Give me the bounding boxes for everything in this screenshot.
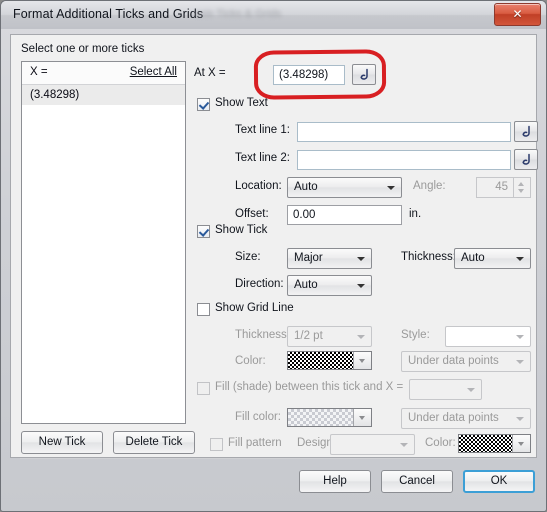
show-tick-checkbox[interactable] <box>197 225 210 238</box>
stepper-up-icon <box>518 182 524 186</box>
text-line-2-label: Text line 2: <box>235 152 290 164</box>
grid-thickness-value: 1/2 pt <box>294 330 323 342</box>
fill-layer-value: Under data points <box>408 412 499 424</box>
grid-style-select[interactable] <box>445 326 531 347</box>
show-text-label: Show Text <box>215 97 268 109</box>
tick-thickness-select[interactable]: Auto <box>454 248 531 269</box>
chevron-down-icon <box>357 284 365 288</box>
tick-direction-label: Direction: <box>235 278 284 290</box>
grid-layer-value: Under data points <box>408 355 499 367</box>
delete-tick-button[interactable]: Delete Tick <box>113 431 195 454</box>
chevron-down-icon <box>516 360 524 364</box>
chevron-down-icon <box>516 335 524 339</box>
fill-layer-select[interactable]: Under data points <box>401 408 531 429</box>
at-x-label: At X = <box>194 67 226 79</box>
location-label: Location: <box>235 180 282 192</box>
grid-color-label: Color: <box>235 355 266 367</box>
fill-pattern-label: Fill pattern <box>228 437 282 449</box>
fill-color-label: Fill color: <box>235 411 282 423</box>
fill-pattern-color-label: Color: <box>425 437 456 449</box>
show-tick-label: Show Tick <box>215 224 268 236</box>
new-tick-button[interactable]: New Tick <box>21 431 103 454</box>
cancel-button[interactable]: Cancel <box>381 470 453 493</box>
grid-thickness-select[interactable]: 1/2 pt <box>287 326 372 347</box>
at-x-hook-icon-button[interactable] <box>352 64 376 85</box>
location-select[interactable]: Auto <box>287 177 402 198</box>
fill-target-select[interactable] <box>409 379 482 400</box>
text-line-2-hook-icon-button[interactable] <box>514 149 538 170</box>
tick-list[interactable]: X = Select All (3.48298) <box>21 61 186 424</box>
chevron-down-icon <box>400 443 408 447</box>
show-text-checkbox[interactable] <box>197 98 210 111</box>
angle-value: 45 <box>495 181 508 193</box>
hook-icon <box>522 153 530 165</box>
tick-thickness-label: Thickness: <box>401 251 456 263</box>
stepper-down-icon <box>518 189 524 193</box>
ok-button[interactable]: OK <box>463 470 535 493</box>
fill-color-swatch[interactable] <box>287 408 372 427</box>
title-blurred-text: axis Ticks & Grids <box>194 8 282 20</box>
hook-icon <box>522 125 530 137</box>
grid-layer-select[interactable]: Under data points <box>401 351 531 372</box>
offset-units: in. <box>409 208 422 220</box>
tick-list-column-header: X = <box>30 66 48 78</box>
chevron-down-icon <box>516 417 524 421</box>
tick-size-select[interactable]: Major <box>287 248 372 269</box>
chevron-down-icon <box>467 388 475 392</box>
chevron-down-icon <box>516 257 524 261</box>
text-line-2-input[interactable] <box>297 150 511 170</box>
footer-divider <box>20 458 527 459</box>
offset-label: Offset: <box>235 208 269 220</box>
at-x-input[interactable] <box>273 65 345 85</box>
show-grid-line-checkbox[interactable] <box>197 303 210 316</box>
tick-thickness-value: Auto <box>461 252 485 264</box>
fill-shade-label: Fill (shade) between this tick and X = <box>215 381 404 393</box>
close-icon[interactable]: ✕ <box>494 3 541 26</box>
text-line-1-hook-icon-button[interactable] <box>514 121 538 142</box>
grid-style-label: Style: <box>401 329 430 341</box>
tick-direction-value: Auto <box>294 279 318 291</box>
select-all-link[interactable]: Select All <box>130 66 177 78</box>
chevron-down-icon <box>357 335 365 339</box>
checkerboard-pattern-icon <box>288 409 354 426</box>
text-line-1-input[interactable] <box>297 122 511 142</box>
fill-pattern-color-swatch[interactable] <box>458 434 531 453</box>
main-panel: Select one or more ticks X = Select All … <box>10 34 538 458</box>
offset-input[interactable] <box>287 205 402 225</box>
tick-size-value: Major <box>294 252 323 264</box>
title-bar: Format Additional Ticks and Grids axis T… <box>1 1 546 29</box>
angle-stepper-buttons[interactable] <box>513 178 530 197</box>
grid-thickness-label: Thickness: <box>235 329 290 341</box>
text-line-1-label: Text line 1: <box>235 124 290 136</box>
fill-design-select[interactable] <box>330 434 415 455</box>
fill-pattern-checkbox[interactable] <box>210 438 223 451</box>
help-button[interactable]: Help <box>299 470 371 493</box>
grid-color-swatch[interactable] <box>287 351 372 370</box>
chevron-down-icon <box>387 186 395 190</box>
angle-stepper[interactable]: 45 <box>476 177 531 198</box>
show-grid-line-label: Show Grid Line <box>215 302 294 314</box>
chevron-down-icon[interactable] <box>512 435 530 452</box>
chevron-down-icon[interactable] <box>353 352 371 369</box>
angle-label: Angle: <box>413 180 446 192</box>
tick-size-label: Size: <box>235 251 261 263</box>
chevron-down-icon[interactable] <box>353 409 371 426</box>
checkerboard-pattern-icon <box>459 435 513 452</box>
dialog-footer: Help Cancel OK <box>10 458 537 504</box>
list-item[interactable]: (3.48298) <box>22 85 185 105</box>
hook-icon <box>360 68 368 80</box>
select-ticks-heading: Select one or more ticks <box>21 43 145 55</box>
chevron-down-icon <box>357 257 365 261</box>
checkerboard-pattern-icon <box>288 352 354 369</box>
location-value: Auto <box>294 181 318 193</box>
fill-shade-checkbox[interactable] <box>197 382 210 395</box>
tick-list-header: X = Select All <box>22 62 185 85</box>
dialog-title: Format Additional Ticks and Grids <box>13 7 204 21</box>
dialog-window: Format Additional Ticks and Grids axis T… <box>0 0 547 512</box>
tick-direction-select[interactable]: Auto <box>287 275 372 296</box>
